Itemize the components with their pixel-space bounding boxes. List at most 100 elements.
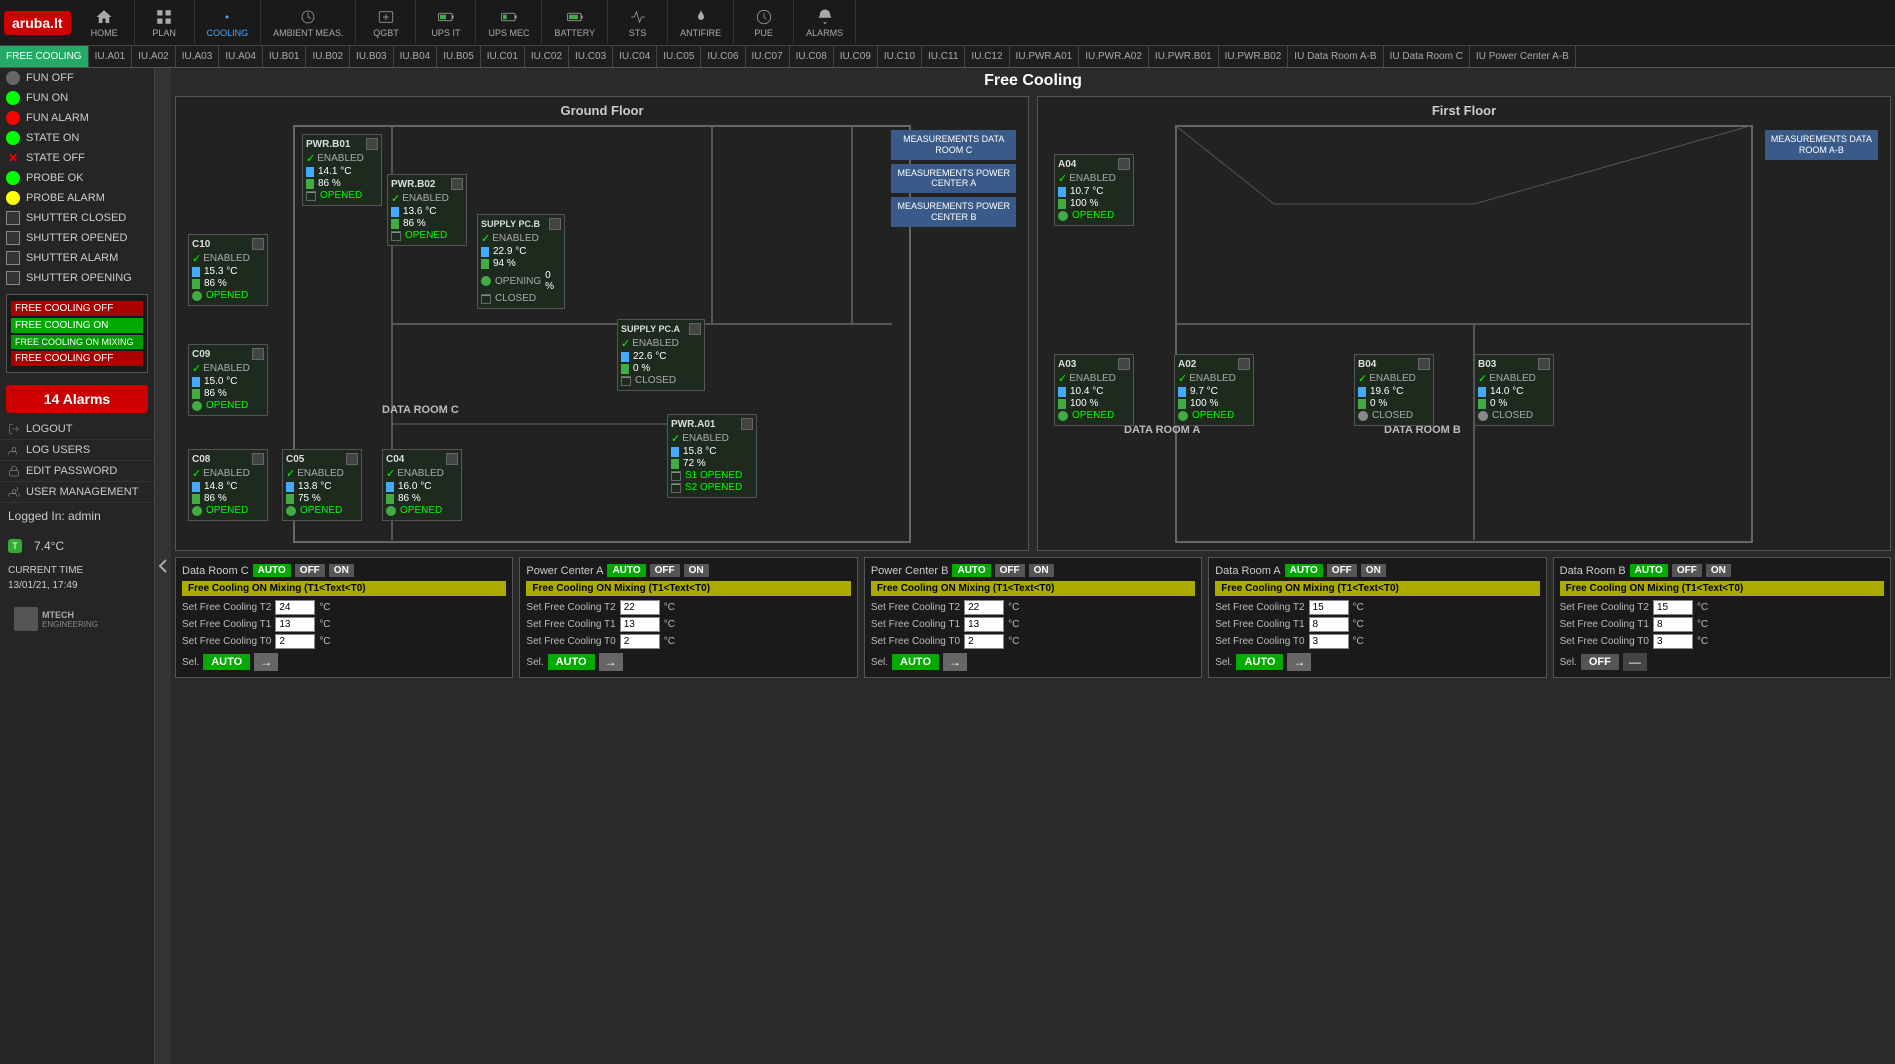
supplyPCA-icon[interactable] xyxy=(689,323,701,335)
subnav-iu-b01[interactable]: IU.B01 xyxy=(263,46,307,68)
nav-alarms[interactable]: ALARMS xyxy=(794,0,856,46)
ctrl-arrow-btn-drb[interactable]: — xyxy=(1623,653,1647,671)
a03-icon[interactable] xyxy=(1118,358,1130,370)
ctrl-t1-input-pcb[interactable] xyxy=(964,617,1004,632)
sidebar-shutter-opened[interactable]: SHUTTER OPENED xyxy=(0,228,154,248)
sidebar-edit-password[interactable]: EDIT PASSWORD xyxy=(0,461,154,482)
ctrl-t2-input-pca[interactable] xyxy=(620,600,660,615)
subnav-iu-pwr-a01[interactable]: IU.PWR.A01 xyxy=(1010,46,1080,68)
c08-icon[interactable] xyxy=(252,453,264,465)
ctrl-arrow-btn-dc[interactable]: → xyxy=(254,653,278,671)
ctrl-sel-auto-dra[interactable]: AUTO xyxy=(1236,654,1283,670)
sidebar-log-users[interactable]: LOG USERS xyxy=(0,440,154,461)
ctrl-on-btn-pca[interactable]: ON xyxy=(684,564,709,577)
c05-icon[interactable] xyxy=(346,453,358,465)
ctrl-t0-input-dra[interactable] xyxy=(1309,634,1349,649)
subnav-iu-b02[interactable]: IU.B02 xyxy=(306,46,350,68)
ctrl-t1-input-dc[interactable] xyxy=(275,617,315,632)
ctrl-t2-input-dc[interactable] xyxy=(275,600,315,615)
ctrl-auto-btn-data-room-c[interactable]: AUTO xyxy=(253,564,291,577)
subnav-iu-c08[interactable]: IU.C08 xyxy=(790,46,834,68)
ctrl-t1-input-pca[interactable] xyxy=(620,617,660,632)
ctrl-t1-input-dra[interactable] xyxy=(1309,617,1349,632)
pwrb01-icon[interactable] xyxy=(366,138,378,150)
a04-icon[interactable] xyxy=(1118,158,1130,170)
ctrl-off-btn-drb[interactable]: OFF xyxy=(1672,564,1702,577)
alarms-badge[interactable]: 14 Alarms xyxy=(6,385,148,413)
subnav-iu-c09[interactable]: IU.C09 xyxy=(834,46,878,68)
subnav-iu-a04[interactable]: IU.A04 xyxy=(219,46,263,68)
c09-icon[interactable] xyxy=(252,348,264,360)
subnav-iu-c04[interactable]: IU.C04 xyxy=(613,46,657,68)
ctrl-off-btn-data-room-c[interactable]: OFF xyxy=(295,564,325,577)
ctrl-sel-auto-dc[interactable]: AUTO xyxy=(203,654,250,670)
nav-upsmec[interactable]: UPS MEC xyxy=(476,0,542,46)
ctrl-auto-btn-pcb[interactable]: AUTO xyxy=(952,564,990,577)
ctrl-sel-off-drb[interactable]: OFF xyxy=(1581,654,1619,670)
c10-icon[interactable] xyxy=(252,238,264,250)
supplypcb-icon[interactable] xyxy=(549,218,561,230)
ctrl-t0-input-drb[interactable] xyxy=(1653,634,1693,649)
meas-btn-power-center-b[interactable]: MEASUREMENTS POWERCENTER B xyxy=(891,197,1016,227)
a02-icon[interactable] xyxy=(1238,358,1250,370)
subnav-iu-c07[interactable]: IU.C07 xyxy=(746,46,790,68)
meas-btn-data-room-ab[interactable]: MEASUREMENTS DATAROOM A-B xyxy=(1765,130,1878,160)
ctrl-t2-input-dra[interactable] xyxy=(1309,600,1349,615)
subnav-iu-c02[interactable]: IU.C02 xyxy=(525,46,569,68)
ctrl-off-btn-pca[interactable]: OFF xyxy=(650,564,680,577)
subnav-iu-pwr-b01[interactable]: IU.PWR.B01 xyxy=(1149,46,1219,68)
subnav-iu-a03[interactable]: IU.A03 xyxy=(176,46,220,68)
sidebar-fun-alarm[interactable]: FUN ALARM xyxy=(0,108,154,128)
nav-plan[interactable]: PLAN xyxy=(135,0,195,46)
subnav-iu-c11[interactable]: IU.C11 xyxy=(922,46,965,68)
b04-icon[interactable] xyxy=(1418,358,1430,370)
nav-pue[interactable]: PUE xyxy=(734,0,794,46)
nav-antifire[interactable]: ANTIFIRE xyxy=(668,0,734,46)
subnav-free-cooling[interactable]: FREE COOLING xyxy=(0,46,89,68)
sidebar-fun-on[interactable]: FUN ON xyxy=(0,88,154,108)
nav-cooling[interactable]: COOLING xyxy=(195,0,262,46)
subnav-iu-c05[interactable]: IU.C05 xyxy=(657,46,701,68)
meas-btn-power-center-a[interactable]: MEASUREMENTS POWERCENTER A xyxy=(891,164,1016,194)
ctrl-t0-input-pca[interactable] xyxy=(620,634,660,649)
c04-icon[interactable] xyxy=(446,453,458,465)
pwrb02-icon[interactable] xyxy=(451,178,463,190)
sidebar-probe-ok[interactable]: PROBE OK xyxy=(0,168,154,188)
subnav-iu-c06[interactable]: IU.C06 xyxy=(701,46,745,68)
nav-home[interactable]: HOME xyxy=(75,0,135,46)
ctrl-sel-auto-pcb[interactable]: AUTO xyxy=(892,654,939,670)
subnav-iu-data-room-c[interactable]: IU Data Room C xyxy=(1384,46,1470,68)
nav-upsit[interactable]: UPS IT xyxy=(416,0,476,46)
nav-qgbt[interactable]: QGBT xyxy=(356,0,416,46)
logo[interactable]: aruba.lt xyxy=(4,11,71,35)
sidebar-probe-alarm[interactable]: PROBE ALARM xyxy=(0,188,154,208)
sidebar-logout[interactable]: LOGOUT xyxy=(0,419,154,440)
ctrl-t0-input-pcb[interactable] xyxy=(964,634,1004,649)
ctrl-t0-input-dc[interactable] xyxy=(275,634,315,649)
ctrl-off-btn-pcb[interactable]: OFF xyxy=(995,564,1025,577)
ctrl-on-btn-data-room-c[interactable]: ON xyxy=(329,564,354,577)
sidebar-state-on[interactable]: STATE ON xyxy=(0,128,154,148)
ctrl-arrow-btn-pca[interactable]: → xyxy=(599,653,623,671)
nav-ambient[interactable]: AMBIENT MEAS. xyxy=(261,0,356,46)
ctrl-t2-input-pcb[interactable] xyxy=(964,600,1004,615)
nav-sts[interactable]: STS xyxy=(608,0,668,46)
subnav-iu-c03[interactable]: IU.C03 xyxy=(569,46,613,68)
ctrl-t2-input-drb[interactable] xyxy=(1653,600,1693,615)
ctrl-arrow-btn-dra[interactable]: → xyxy=(1287,653,1311,671)
subnav-iu-power-center-ab[interactable]: IU Power Center A-B xyxy=(1470,46,1576,68)
subnav-iu-pwr-a02[interactable]: IU.PWR.A02 xyxy=(1079,46,1149,68)
subnav-iu-b04[interactable]: IU.B04 xyxy=(394,46,438,68)
subnav-iu-data-room-ab[interactable]: IU Data Room A-B xyxy=(1288,46,1383,68)
sidebar-user-management[interactable]: USER MANAGEMENT xyxy=(0,482,154,503)
subnav-iu-b03[interactable]: IU.B03 xyxy=(350,46,394,68)
ctrl-auto-btn-pca[interactable]: AUTO xyxy=(607,564,645,577)
nav-battery[interactable]: BATTERY xyxy=(542,0,608,46)
ctrl-on-btn-drb[interactable]: ON xyxy=(1706,564,1731,577)
ctrl-auto-btn-dra[interactable]: AUTO xyxy=(1285,564,1323,577)
ctrl-t1-input-drb[interactable] xyxy=(1653,617,1693,632)
meas-btn-data-room-c[interactable]: MEASUREMENTS DATAROOM C xyxy=(891,130,1016,160)
sidebar-fun-off[interactable]: FUN OFF xyxy=(0,68,154,88)
ctrl-auto-btn-drb[interactable]: AUTO xyxy=(1630,564,1668,577)
subnav-iu-c01[interactable]: IU.C01 xyxy=(481,46,525,68)
